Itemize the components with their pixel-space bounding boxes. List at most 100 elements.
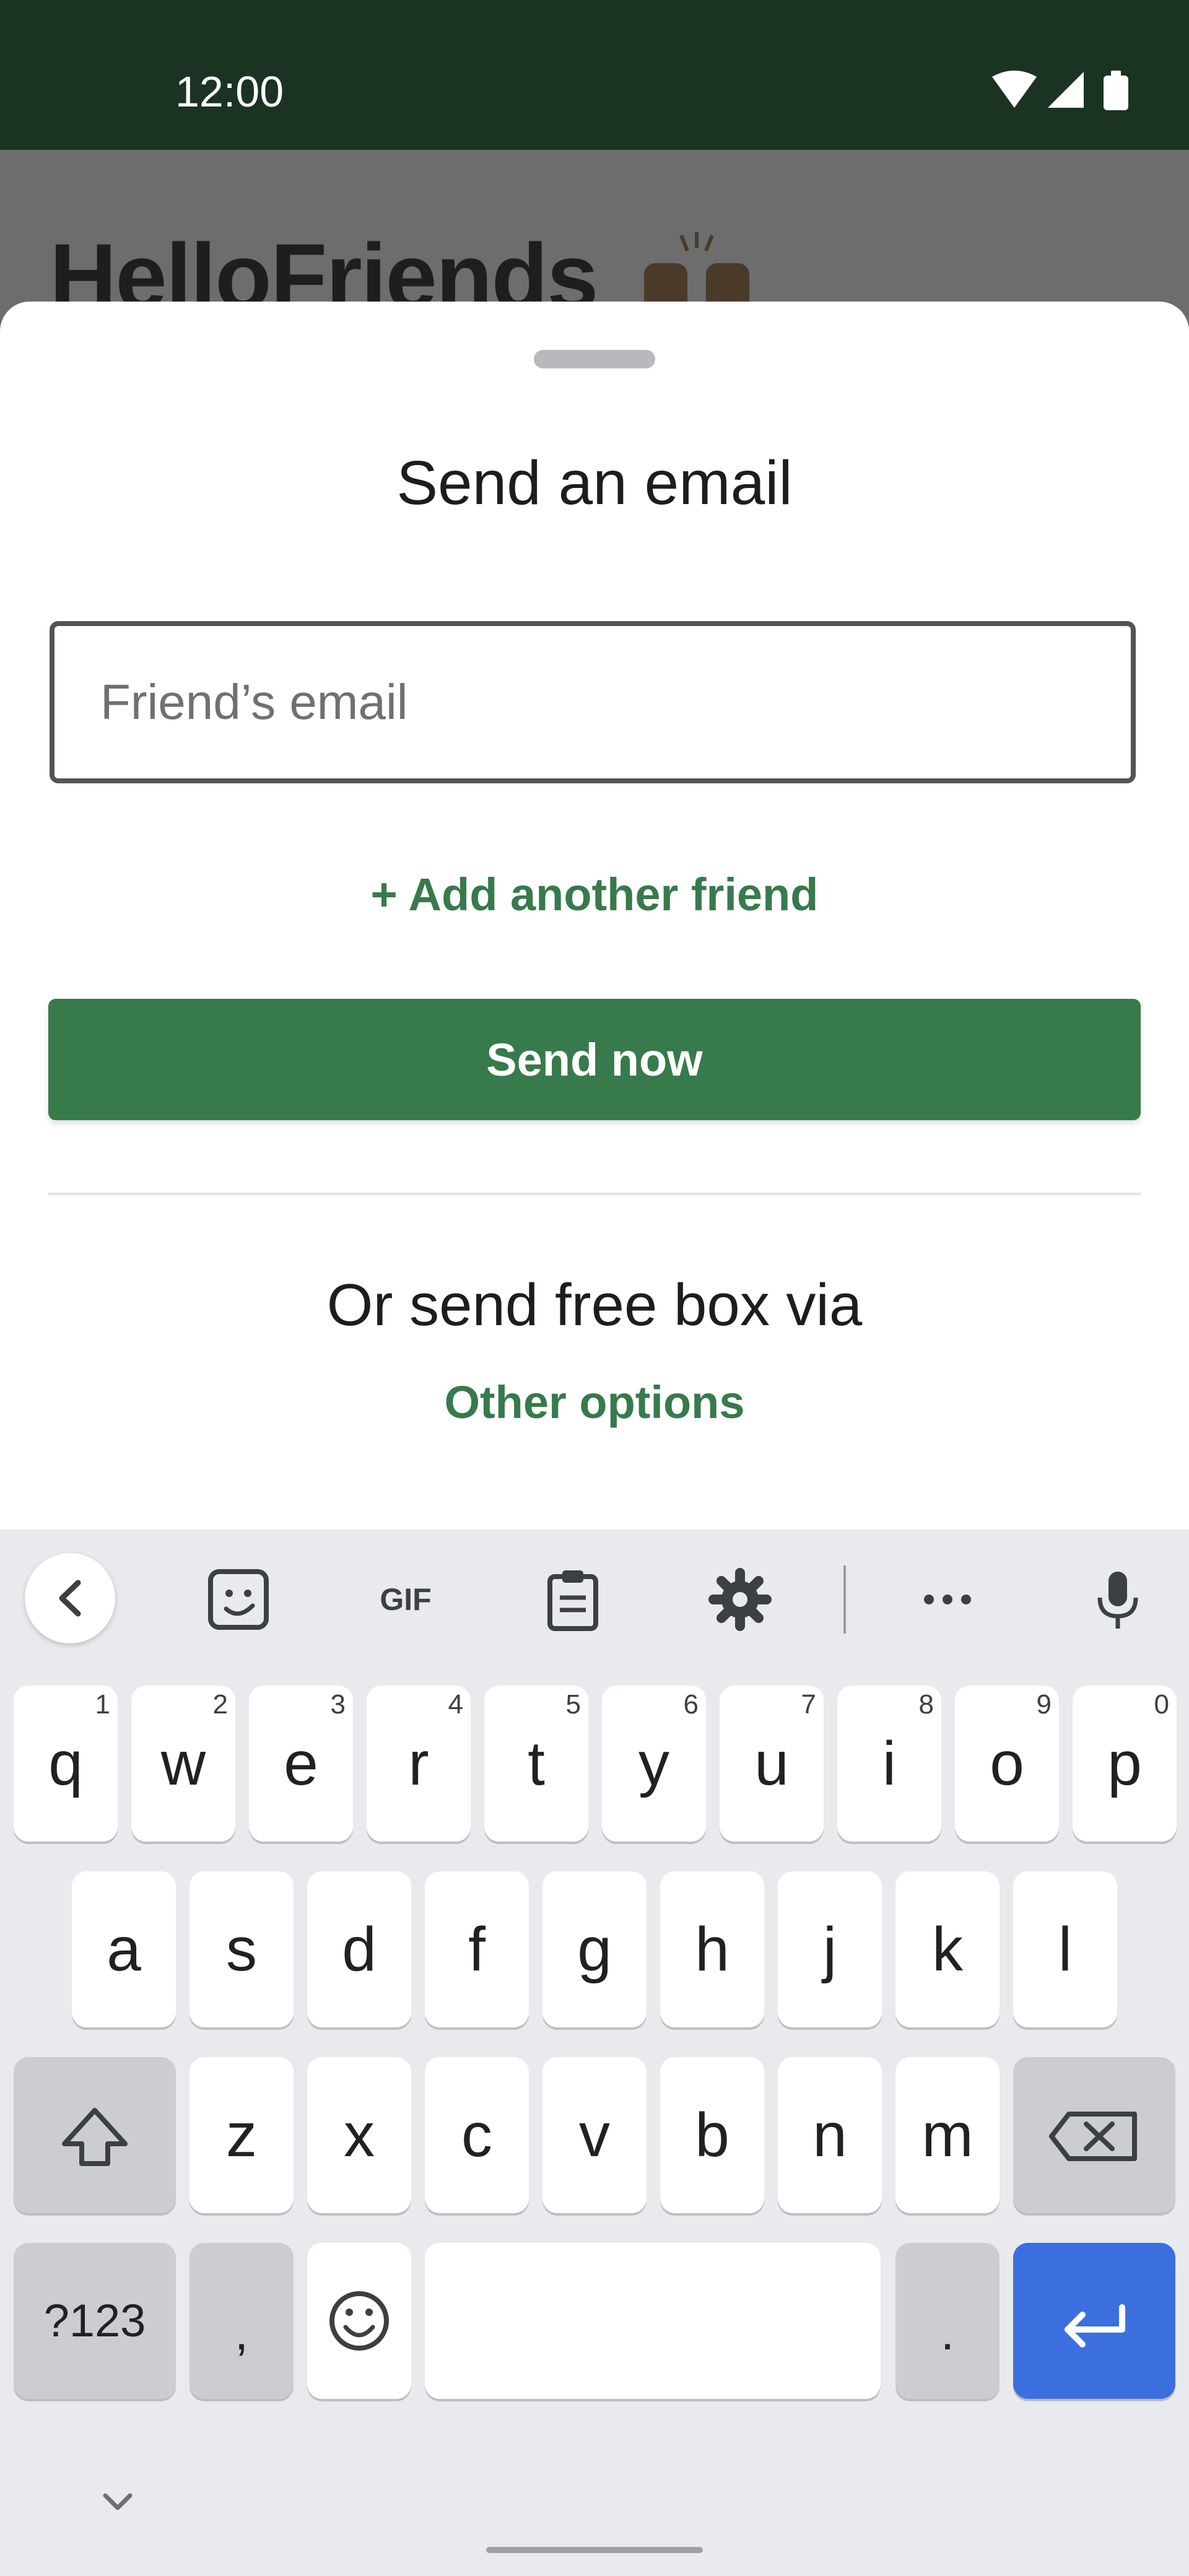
letter-key[interactable]: d: [307, 1871, 411, 2027]
letter-key[interactable]: b: [660, 2057, 764, 2213]
key-label: x: [344, 2100, 375, 2170]
key-label: v: [579, 2100, 610, 2170]
shift-key[interactable]: [14, 2057, 176, 2213]
mic-icon[interactable]: [1084, 1565, 1152, 1634]
gif-label: GIF: [380, 1582, 431, 1617]
keyboard-back-button[interactable]: [25, 1553, 115, 1643]
letter-key[interactable]: s: [189, 1871, 294, 2027]
toolbar-separator: [843, 1565, 846, 1634]
status-time: 12:00: [175, 67, 284, 116]
add-another-friend-link[interactable]: + Add another friend: [0, 867, 1189, 923]
key-label: g: [577, 1915, 612, 1984]
letter-key[interactable]: u7: [720, 1686, 824, 1842]
clipboard-icon[interactable]: [539, 1565, 607, 1634]
key-label: z: [226, 2100, 257, 2170]
key-label: j: [822, 1915, 837, 1984]
key-number-hint: 2: [212, 1689, 228, 1720]
backspace-icon: [1049, 2112, 1137, 2161]
key-number-hint: 8: [918, 1689, 934, 1720]
gear-icon[interactable]: [706, 1565, 774, 1634]
chevron-down-icon[interactable]: [93, 2483, 142, 2520]
other-options-link[interactable]: Other options: [0, 1375, 1189, 1430]
key-number-hint: 3: [330, 1689, 346, 1720]
letter-key[interactable]: j: [778, 1871, 882, 2027]
key-label: l: [1058, 1915, 1073, 1984]
sheet-title: Send an email: [396, 448, 793, 518]
letter-key[interactable]: c: [425, 2057, 529, 2213]
enter-icon: [1065, 2304, 1125, 2348]
emoji-key[interactable]: [307, 2243, 411, 2399]
key-label: h: [695, 1915, 730, 1984]
key-label: c: [461, 2100, 492, 2170]
alternate-send-heading: Or send free box via: [326, 1272, 863, 1338]
letter-key[interactable]: x: [307, 2057, 411, 2213]
wifi-icon: [992, 71, 1037, 108]
enter-key[interactable]: [1013, 2243, 1175, 2399]
key-label: p: [1107, 1729, 1142, 1798]
key-number-hint: 5: [565, 1689, 581, 1720]
letter-key[interactable]: g: [542, 1871, 647, 2027]
drag-handle[interactable]: [534, 350, 655, 368]
key-label: m: [921, 2100, 973, 2170]
send-now-button[interactable]: Send now: [48, 999, 1141, 1120]
period-key[interactable]: .: [895, 2243, 1000, 2399]
key-label: f: [468, 1915, 486, 1984]
gesture-bar[interactable]: [486, 2547, 703, 2553]
key-label: t: [528, 1729, 545, 1798]
key-label: s: [226, 1915, 257, 1984]
key-label: o: [990, 1729, 1024, 1798]
letter-key[interactable]: y6: [602, 1686, 706, 1842]
key-label: d: [342, 1915, 377, 1984]
letter-key[interactable]: f: [425, 1871, 529, 2027]
key-number-hint: 6: [683, 1689, 699, 1720]
letter-key[interactable]: t5: [484, 1686, 588, 1842]
letter-key[interactable]: q1: [14, 1686, 118, 1842]
symbols-key[interactable]: ?123: [14, 2243, 176, 2399]
letter-key[interactable]: h: [660, 1871, 764, 2027]
key-number-hint: 4: [448, 1689, 463, 1720]
key-number-hint: 1: [95, 1689, 110, 1720]
letter-key[interactable]: l: [1013, 1871, 1117, 2027]
key-label: r: [408, 1729, 429, 1798]
space-key[interactable]: [425, 2243, 881, 2399]
key-number-hint: 0: [1154, 1689, 1169, 1720]
key-label: q: [48, 1729, 83, 1798]
signal-icon: [1048, 72, 1084, 108]
key-label: e: [284, 1729, 318, 1798]
key-label: n: [812, 2100, 847, 2170]
letter-key[interactable]: o9: [955, 1686, 1059, 1842]
raised-hands-emoji-icon: [644, 232, 749, 307]
key-label: y: [638, 1729, 669, 1798]
letter-key[interactable]: i8: [837, 1686, 941, 1842]
letter-key[interactable]: w2: [131, 1686, 235, 1842]
letter-key[interactable]: r4: [367, 1686, 471, 1842]
status-bar: 12:00: [0, 0, 1189, 150]
letter-key[interactable]: z: [189, 2057, 294, 2213]
emoji-icon: [329, 2291, 389, 2351]
status-icons: [992, 71, 1128, 110]
letter-key[interactable]: v: [542, 2057, 647, 2213]
key-number-hint: 7: [801, 1689, 816, 1720]
letter-key[interactable]: n: [778, 2057, 882, 2213]
chevron-left-icon: [59, 1580, 81, 1617]
key-label: a: [107, 1915, 141, 1984]
letter-key[interactable]: a: [72, 1871, 176, 2027]
shift-icon: [62, 2108, 128, 2166]
key-label: k: [932, 1915, 963, 1984]
divider: [48, 1193, 1141, 1195]
letter-key[interactable]: m: [895, 2057, 1000, 2213]
letter-key[interactable]: e3: [249, 1686, 353, 1842]
backspace-key[interactable]: [1013, 2057, 1175, 2213]
comma-key[interactable]: ,: [189, 2243, 294, 2399]
key-number-hint: 9: [1036, 1689, 1052, 1720]
key-label: w: [160, 1729, 206, 1798]
letter-key[interactable]: p0: [1073, 1686, 1177, 1842]
key-label: i: [882, 1729, 897, 1798]
key-label: b: [695, 2100, 730, 2170]
key-label: u: [754, 1729, 789, 1798]
friend-email-input[interactable]: [50, 621, 1136, 783]
more-icon[interactable]: [913, 1565, 982, 1634]
sticker-icon[interactable]: [204, 1565, 272, 1634]
gif-button[interactable]: GIF: [368, 1565, 443, 1634]
letter-key[interactable]: k: [895, 1871, 1000, 2027]
